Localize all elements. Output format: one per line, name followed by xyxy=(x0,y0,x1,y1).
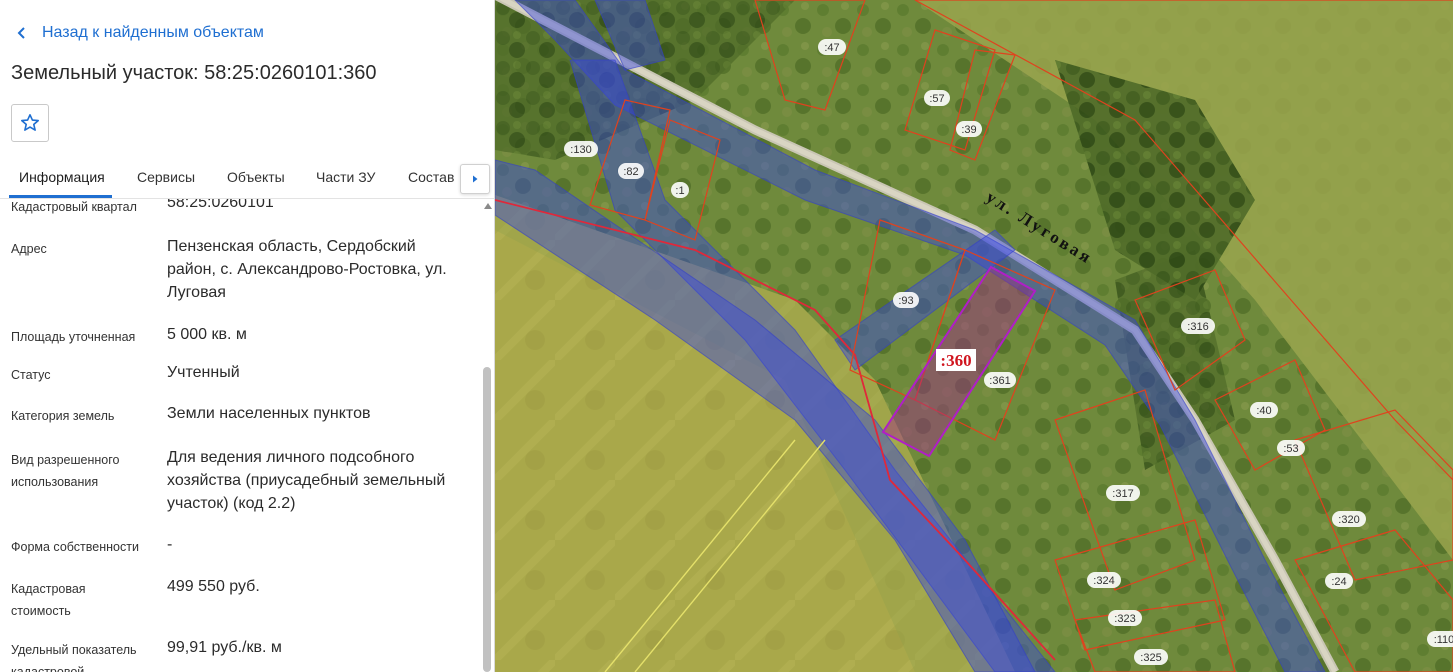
row-value: 58:25:0260101 xyxy=(167,199,274,211)
scrollbar-thumb[interactable] xyxy=(483,367,491,672)
parcel-label[interactable]: :1 xyxy=(671,182,689,198)
svg-text::1: :1 xyxy=(675,185,684,197)
parcel-label[interactable]: :323 xyxy=(1108,610,1142,626)
parcel-label[interactable]: :24 xyxy=(1325,573,1353,589)
svg-text::57: :57 xyxy=(929,93,944,105)
tab-parts[interactable]: Части ЗУ xyxy=(316,169,375,185)
favorite-button[interactable] xyxy=(11,104,49,142)
svg-text::82: :82 xyxy=(623,166,638,178)
parcel-label[interactable]: :93 xyxy=(893,292,919,308)
svg-text::93: :93 xyxy=(898,295,913,307)
row-value: 99,91 руб./кв. м xyxy=(167,639,282,656)
svg-text::323: :323 xyxy=(1114,613,1135,625)
row-label: Удельный показатель кадастровой xyxy=(11,643,137,672)
active-tab-indicator xyxy=(9,195,112,198)
caret-right-icon xyxy=(473,175,478,183)
row-value: 499 550 руб. xyxy=(167,578,260,595)
svg-text::24: :24 xyxy=(1331,576,1346,588)
row-value: Для ведения личного подсобного хозяйства… xyxy=(167,449,446,512)
svg-text::53: :53 xyxy=(1283,443,1298,455)
attributes-list: Кадастровый квартал 58:25:0260101 Адрес … xyxy=(0,199,480,672)
row-value: Пензенская область, Сердобский район, с.… xyxy=(167,238,447,301)
parcel-label[interactable]: :39 xyxy=(956,121,982,137)
row-label: Вид разрешенного использования xyxy=(11,453,120,489)
tab-composition[interactable]: Состав xyxy=(408,169,454,185)
page-title: Земельный участок: 58:25:0260101:360 xyxy=(11,62,377,84)
tabs-scroll-right-button[interactable] xyxy=(460,164,490,194)
row-label: Адрес xyxy=(11,242,47,256)
map-view[interactable]: :47 :57 :39 :130 :82 :1 :93 :361 :316 :4… xyxy=(495,0,1453,672)
row-label: Кадастровый квартал xyxy=(11,200,137,214)
back-link-label: Назад к найденным объектам xyxy=(42,24,264,41)
svg-text::39: :39 xyxy=(961,124,976,136)
scroll-up-arrow-icon[interactable] xyxy=(484,203,492,209)
info-panel: Назад к найденным объектам Земельный уча… xyxy=(0,0,495,672)
parcel-label[interactable]: :40 xyxy=(1250,402,1278,418)
parcel-label[interactable]: :361 xyxy=(984,372,1016,388)
row-label: Категория земель xyxy=(11,409,115,423)
selected-parcel-label[interactable]: :360 xyxy=(936,349,976,371)
parcel-label[interactable]: :57 xyxy=(924,90,950,106)
parcel-label[interactable]: :317 xyxy=(1106,485,1140,501)
svg-text::324: :324 xyxy=(1093,575,1114,587)
map-canvas[interactable]: :47 :57 :39 :130 :82 :1 :93 :361 :316 :4… xyxy=(495,0,1453,672)
svg-text::110: :110 xyxy=(1434,634,1453,646)
row-value: Учтенный xyxy=(167,364,240,381)
svg-text::325: :325 xyxy=(1140,652,1161,664)
parcel-label[interactable]: :82 xyxy=(618,163,644,179)
parcel-label[interactable]: :47 xyxy=(818,39,846,55)
svg-text::361: :361 xyxy=(989,375,1010,387)
parcel-label[interactable]: :130 xyxy=(564,141,598,157)
parcel-label[interactable]: :325 xyxy=(1134,649,1168,665)
svg-text::40: :40 xyxy=(1256,405,1271,417)
row-value: 5 000 кв. м xyxy=(167,326,247,343)
parcel-label[interactable]: :320 xyxy=(1332,511,1366,527)
row-value: Земли населенных пунктов xyxy=(167,405,371,422)
row-label: Площадь уточненная xyxy=(11,330,136,344)
parcel-label[interactable]: :324 xyxy=(1087,572,1121,588)
svg-text::47: :47 xyxy=(824,42,839,54)
tab-services[interactable]: Сервисы xyxy=(137,169,195,185)
tab-info[interactable]: Информация xyxy=(19,169,105,185)
svg-text::360: :360 xyxy=(940,351,971,370)
back-link[interactable]: Назад к найденным объектам xyxy=(14,21,264,45)
star-icon xyxy=(21,114,39,131)
svg-text::316: :316 xyxy=(1187,321,1208,333)
svg-text::320: :320 xyxy=(1338,514,1359,526)
parcel-label[interactable]: :316 xyxy=(1181,318,1215,334)
row-label: Кадастровая стоимость xyxy=(11,582,86,618)
tab-objects[interactable]: Объекты xyxy=(227,169,285,185)
tab-bar: Информация Сервисы Объекты Части ЗУ Сост… xyxy=(0,158,494,199)
parcel-label[interactable]: :110 xyxy=(1427,631,1453,647)
parcel-label[interactable]: :53 xyxy=(1277,440,1305,456)
row-label: Статус xyxy=(11,368,51,382)
svg-text::317: :317 xyxy=(1112,488,1133,500)
chevron-left-icon xyxy=(17,27,25,39)
row-value: - xyxy=(167,536,173,553)
svg-text::130: :130 xyxy=(570,144,591,156)
row-label: Форма собственности xyxy=(11,540,139,554)
